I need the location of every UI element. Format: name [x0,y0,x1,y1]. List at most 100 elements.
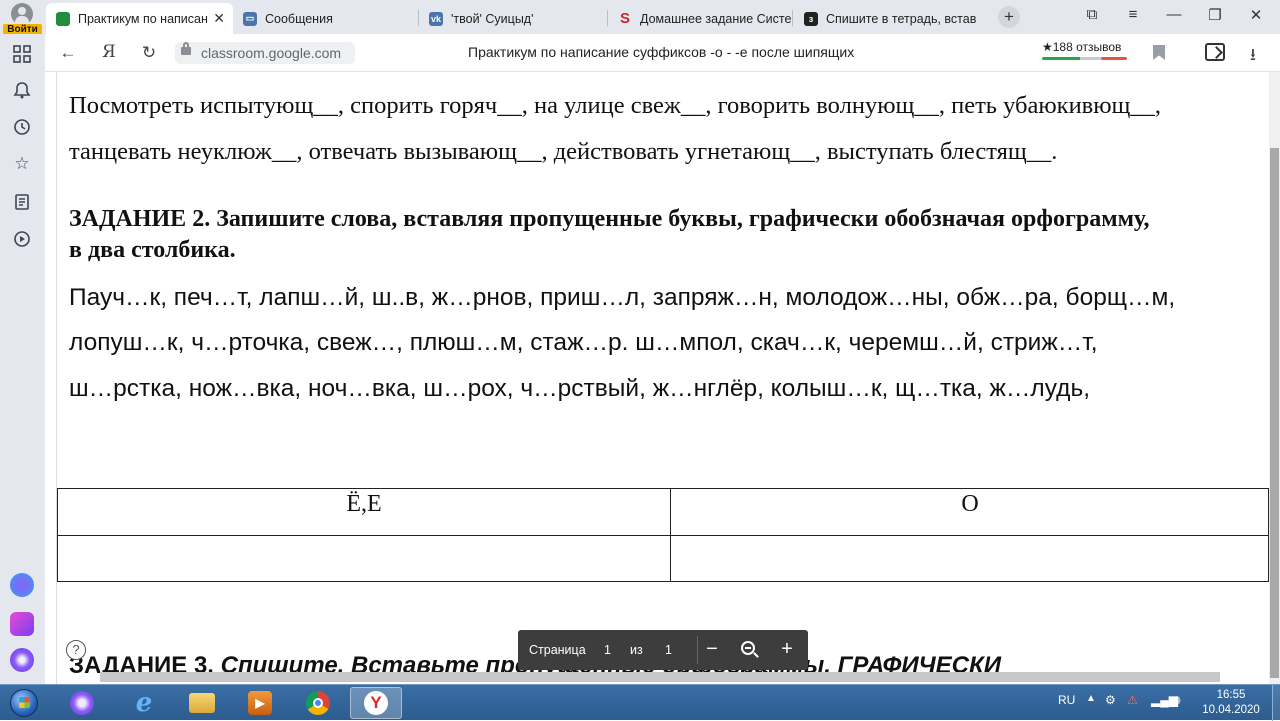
taskbar-app-yandex-browser[interactable]: Y [350,687,402,719]
tab-strip: Войти Практикум по написан ✕ ▭ Сообщения… [0,0,1280,38]
clock-time: 16:55 [1216,689,1246,701]
tab-separator [792,10,793,26]
words-line: лопуш…к, ч…рточка, свеж…, плюш…м, стаж…р… [69,329,1098,356]
url-text: classroom.google.com [201,45,342,61]
document-viewer: Посмотреть испытующ__, спорить горяч__, … [45,72,1269,684]
windows-logo-icon [10,689,38,717]
url-field[interactable]: classroom.google.com [175,42,355,64]
media-player-icon: ▶ [248,691,272,715]
bookmark-icon[interactable] [1153,45,1165,60]
horizontal-scrollbar[interactable] [100,672,1220,682]
system-clock[interactable]: 16:55 10.04.2020 [1196,688,1266,718]
total-pages: 1 [665,643,672,657]
tab-title: Практикум по написан [78,11,208,26]
tab-title: 'твой' Суицыд' [451,11,534,26]
google-classroom-icon [56,11,70,26]
reviews-rating-bar [1042,57,1127,60]
taskbar-app-media[interactable]: ▶ [234,687,286,719]
collections-icon[interactable] [12,192,32,212]
reviews-badge[interactable]: ★188 отзывов [1042,40,1121,54]
table-header-e: Ё,Е [346,491,382,517]
answer-table: Ё,Е О [57,488,1269,582]
yandex-logo[interactable]: Я [102,42,116,62]
close-tab-icon[interactable]: ✕ [213,10,225,27]
taskbar-app-alice[interactable] [56,687,108,719]
page-edge [45,72,57,684]
menu-icon[interactable]: ≡ [1121,6,1145,23]
bell-icon[interactable] [12,80,32,100]
tab-title: Сообщения [265,11,333,26]
words-line: ш…рстка, нож…вка, ноч…вка, ш…рох, ч…рств… [69,375,1091,402]
toolbar-divider [697,636,698,664]
pdf-page-toolbar: Страница 1 из 1 − + [518,630,808,670]
yandex-browser-icon: Y [364,691,388,715]
internet-explorer-icon: e [135,688,153,718]
tab-title: Домашнее задание Систе [640,11,792,26]
zoom-icon[interactable] [741,641,755,655]
tabs-overview-icon[interactable]: ⧉ [1080,6,1104,23]
security-warning-icon[interactable]: ⚠ [1127,693,1138,707]
messenger-icon[interactable] [10,612,34,636]
zoom-out-button[interactable]: − [700,636,724,662]
s-icon: S [619,10,630,27]
browser-sidebar: ☆ [0,34,45,684]
current-page-field[interactable]: 1 [604,643,611,657]
words-line: Пауч…к, печ…т, лапш…й, ш..в, ж…рнов, при… [69,284,1176,311]
start-button[interactable] [4,687,44,719]
zen-icon[interactable] [10,648,34,672]
tab-title: Спишите в тетрадь, встав [826,11,977,26]
star-icon[interactable]: ☆ [12,154,32,174]
close-window-icon[interactable]: ✕ [1244,6,1268,24]
z-icon: з [804,11,818,26]
tab-homework[interactable]: S Домашнее задание Систе [608,3,792,34]
video-play-icon[interactable] [12,229,32,249]
table-header-o: О [961,491,979,517]
taskbar-app-explorer[interactable] [176,687,228,719]
task2-title: в два столбика. [69,237,236,263]
alice-icon [70,691,94,715]
share-icon[interactable] [1205,43,1225,61]
messages-icon: ▭ [243,11,257,26]
user-avatar-icon [11,3,33,25]
windows-taskbar: e ▶ Y RU ▲ ⚙ ⚠ ▂▄▆ 🔊︎ 16:55 10.04.2020 [0,684,1280,721]
alice-assistant-icon[interactable] [10,573,34,597]
vertical-scrollbar[interactable] [1269,72,1280,684]
tray-expand-icon[interactable]: ▲ [1086,693,1096,704]
folder-icon [189,693,215,713]
chrome-center [313,698,323,708]
history-icon[interactable] [12,117,32,137]
volume-icon[interactable]: 🔊︎ [1173,693,1181,708]
lock-icon [181,42,191,55]
page-label: Страница [529,643,586,657]
tab-znanija[interactable]: з Спишите в тетрадь, встав [794,3,984,34]
tab-messages[interactable]: ▭ Сообщения [233,3,418,34]
tray-app-icon[interactable]: ⚙ [1105,693,1116,707]
address-bar: ← Я ↻ classroom.google.com Практикум по … [45,34,1280,72]
apps-grid-icon[interactable] [12,44,32,64]
reload-icon[interactable]: ↻ [138,43,160,63]
page-title: Практикум по написание суффиксов -о - -е… [468,44,855,60]
minimize-icon[interactable]: — [1162,6,1186,23]
taskbar-app-chrome[interactable] [292,687,344,719]
zoom-in-button[interactable]: + [775,636,799,662]
task2-title: ЗАДАНИЕ 2. Запишите слова, вставляя проп… [69,206,1150,232]
clock-date: 10.04.2020 [1202,704,1260,716]
tab-vk[interactable]: vk 'твой' Суицыд' [419,3,607,34]
restore-icon[interactable]: ❐ [1203,6,1227,24]
exercise-line: Посмотреть испытующ__, спорить горяч__, … [69,92,1162,119]
table-divider [58,535,1268,536]
vk-icon: vk [429,11,443,26]
language-indicator[interactable]: RU [1058,693,1075,707]
exercise-line: танцевать неуклюж__, отвечать вызывающ__… [69,138,1058,165]
scrollbar-thumb[interactable] [1270,148,1279,678]
help-icon[interactable]: ? [66,640,86,660]
chrome-icon [306,691,330,715]
show-desktop-button[interactable] [1272,685,1280,721]
back-arrow-icon[interactable]: ← [57,43,79,63]
new-tab-button[interactable]: + [998,6,1020,28]
taskbar-app-ie[interactable]: e [118,687,170,719]
tab-classroom[interactable]: Практикум по написан ✕ [46,3,233,34]
download-icon[interactable]: ⭳ [1250,42,1256,71]
login-button[interactable]: Войти [0,0,45,38]
of-label: из [630,643,643,657]
